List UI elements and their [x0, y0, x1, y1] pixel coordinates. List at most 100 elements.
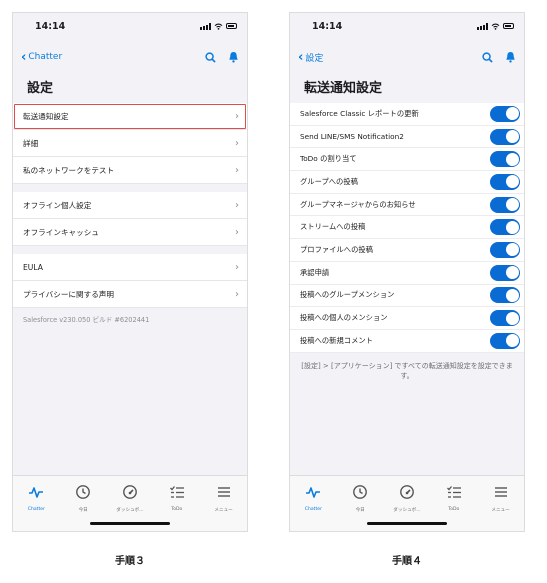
signal-icon [200, 22, 211, 30]
notification-toggle[interactable] [490, 287, 520, 304]
tab-checklist[interactable]: ToDo [434, 484, 474, 513]
menu-icon [216, 484, 232, 504]
settings-row-label: オフライン個人設定 [23, 200, 92, 210]
back-button[interactable]: ‹ Chatter [21, 51, 62, 64]
status-icons [477, 22, 514, 30]
wifi-icon [491, 23, 500, 30]
settings-row[interactable]: オフライン個人設定 › [13, 192, 247, 219]
back-label: Chatter [28, 52, 63, 62]
notification-label: 承認申請 [300, 267, 330, 277]
chevron-right-icon: › [235, 288, 239, 300]
tab-bar: Chatter 今日 ダッシュボ... ToDo メニュー [290, 475, 524, 531]
bell-icon[interactable] [505, 51, 516, 63]
tab-list: Chatter 今日 ダッシュボ... ToDo メニュー [290, 476, 524, 513]
notification-row: Salesforce Classic レポートの更新 [290, 103, 524, 126]
tab-checklist[interactable]: ToDo [157, 484, 197, 513]
clock-icon [75, 484, 91, 504]
settings-row[interactable]: オフラインキャッシュ › [13, 219, 247, 246]
chevron-right-icon: › [235, 226, 239, 238]
tab-pulse[interactable]: Chatter [293, 484, 333, 513]
tab-gauge[interactable]: ダッシュボ... [387, 484, 427, 513]
home-indicator[interactable] [367, 522, 447, 525]
notification-row: 承認申請 [290, 261, 524, 285]
gauge-icon [399, 484, 415, 504]
settings-row[interactable]: EULA › [13, 254, 247, 281]
notification-label: Send LINE/SMS Notification2 [300, 132, 404, 142]
notification-toggle[interactable] [490, 310, 520, 327]
notification-label: プロファイルへの投稿 [300, 244, 373, 254]
status-bar: 14:14 [290, 13, 524, 39]
tab-label: Chatter [304, 507, 323, 512]
battery-icon [503, 23, 514, 29]
page-title: 設定 [27, 81, 54, 96]
home-indicator[interactable] [90, 522, 170, 525]
notification-label: 投稿への新規コメント [300, 335, 373, 345]
settings-row[interactable]: プライバシーに関する声明 › [13, 281, 247, 308]
notification-toggle[interactable] [490, 332, 520, 349]
notification-row: 投稿へのグループメンション [290, 284, 524, 308]
tab-menu[interactable]: メニュー [204, 484, 244, 513]
group-separator [13, 184, 247, 192]
back-button[interactable]: ‹ 設定 [298, 51, 323, 64]
group-separator [13, 246, 247, 254]
tab-label: 今日 [78, 508, 88, 513]
settings-row[interactable]: 詳細 › [13, 130, 247, 157]
notification-toggle[interactable] [490, 196, 520, 213]
tab-clock[interactable]: 今日 [63, 484, 103, 513]
tab-list: Chatter 今日 ダッシュボ... ToDo メニュー [13, 476, 247, 513]
status-bar: 14:14 [13, 13, 247, 39]
search-icon[interactable] [205, 51, 216, 63]
chevron-left-icon: ‹ [21, 49, 27, 65]
settings-row-label: 転送通知設定 [23, 111, 69, 121]
chevron-right-icon: › [235, 110, 239, 122]
notification-toggle[interactable] [490, 219, 520, 236]
notification-toggle[interactable] [490, 128, 520, 145]
push-notification-screen: 14:14 ‹ 設定 転送通知設定 Salesforce Classic レポート… [289, 12, 525, 532]
chevron-right-icon: › [235, 199, 239, 211]
tab-label: ダッシュボ... [393, 508, 421, 513]
tab-label: ToDo [171, 507, 183, 512]
bell-icon[interactable] [228, 51, 239, 63]
wifi-icon [214, 23, 223, 30]
tab-label: メニュー [491, 508, 510, 513]
page-title: 転送通知設定 [304, 81, 383, 96]
notification-toggle[interactable] [490, 105, 520, 122]
notification-toggle[interactable] [490, 151, 520, 168]
chevron-right-icon: › [235, 164, 239, 176]
settings-row-label: プライバシーに関する声明 [23, 289, 114, 299]
status-time: 14:14 [35, 20, 66, 32]
tab-pulse[interactable]: Chatter [16, 484, 56, 513]
tab-menu[interactable]: メニュー [481, 484, 521, 513]
tab-label: ダッシュボ... [116, 508, 144, 513]
notification-label: 投稿への個人のメンション [300, 313, 388, 323]
settings-row-label: オフラインキャッシュ [23, 227, 99, 237]
notification-row: 投稿への個人のメンション [290, 307, 524, 330]
pulse-icon [28, 484, 44, 504]
notification-toggle[interactable] [490, 241, 520, 258]
notification-label: グループへの投稿 [300, 176, 358, 186]
settings-row-label: 私のネットワークをテスト [23, 165, 115, 175]
search-icon[interactable] [482, 51, 493, 63]
tab-gauge[interactable]: ダッシュボ... [110, 484, 150, 513]
checklist-icon [446, 484, 462, 504]
tab-clock[interactable]: 今日 [340, 484, 380, 513]
back-label: 設定 [305, 53, 324, 64]
settings-row[interactable]: 転送通知設定 › [13, 103, 247, 130]
notification-toggle[interactable] [490, 264, 520, 281]
chevron-left-icon: ‹ [298, 49, 304, 65]
status-time: 14:14 [312, 20, 343, 32]
gauge-icon [122, 484, 138, 504]
notification-row: Send LINE/SMS Notification2 [290, 125, 524, 149]
notification-row: ToDo の割り当て [290, 148, 524, 172]
settings-row-label: 詳細 [23, 138, 39, 148]
checklist-icon [169, 484, 185, 504]
notification-row: 投稿への新規コメント [290, 329, 524, 353]
settings-row[interactable]: 私のネットワークをテスト › [13, 157, 247, 184]
tab-bar: Chatter 今日 ダッシュボ... ToDo メニュー [13, 475, 247, 531]
tab-label: Chatter [27, 507, 46, 512]
notification-row: グループへの投稿 [290, 171, 524, 194]
settings-note: [設定] > [アプリケーション] ですべての転送通知設定を設定できます。 [301, 361, 513, 380]
pulse-icon [305, 484, 321, 504]
notification-row: グループマネージャからのお知らせ [290, 193, 524, 217]
notification-toggle[interactable] [490, 173, 520, 190]
